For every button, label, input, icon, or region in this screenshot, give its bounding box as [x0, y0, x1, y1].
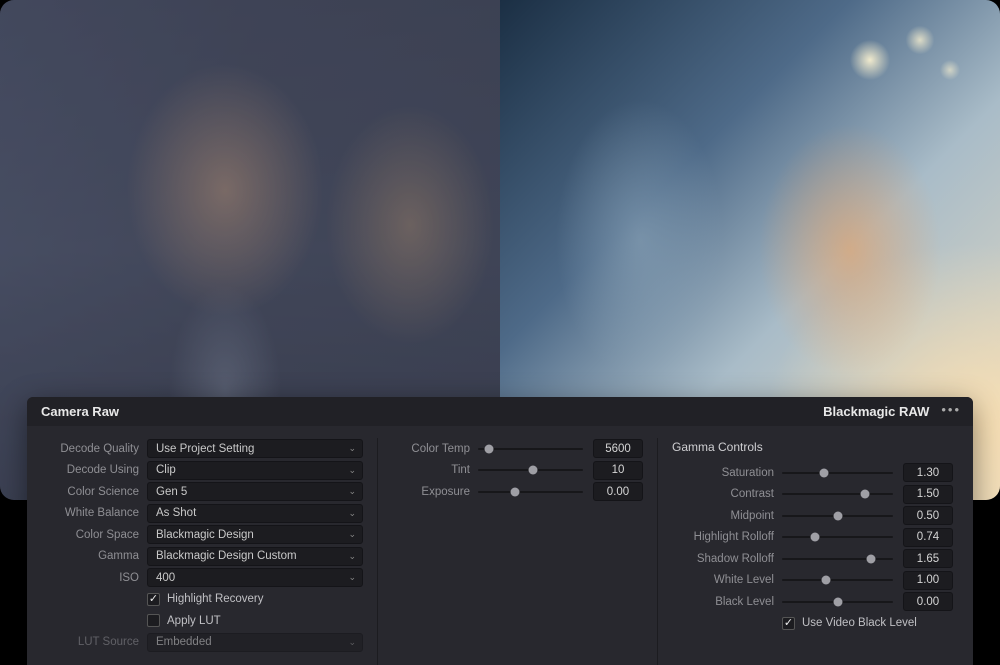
panel-body: Decode Quality Use Project Setting ⌄ Dec… [27, 426, 973, 665]
shadow-rolloff-label: Shadow Rolloff [672, 553, 774, 565]
shadow-rolloff-slider[interactable] [782, 552, 893, 566]
camera-raw-panel: Camera Raw Blackmagic RAW ••• Decode Qua… [27, 397, 973, 665]
lut-source-label: LUT Source [47, 636, 139, 648]
lut-source-value: Embedded [156, 636, 212, 648]
exposure-value[interactable]: 0.00 [593, 482, 643, 501]
video-black-level-label: Use Video Black Level [802, 617, 917, 629]
panel-header: Camera Raw Blackmagic RAW ••• [27, 397, 973, 426]
color-science-select[interactable]: Gen 5 ⌄ [147, 482, 363, 501]
chevron-down-icon: ⌄ [348, 443, 356, 454]
decode-quality-label: Decode Quality [47, 443, 139, 455]
contrast-slider[interactable] [782, 487, 893, 501]
black-level-slider[interactable] [782, 595, 893, 609]
video-black-level-checkbox[interactable] [782, 617, 795, 630]
contrast-label: Contrast [672, 488, 774, 500]
tint-slider[interactable] [478, 463, 583, 477]
saturation-label: Saturation [672, 467, 774, 479]
black-level-label: Black Level [672, 596, 774, 608]
lut-source-select: Embedded ⌄ [147, 633, 363, 652]
color-temp-slider[interactable] [478, 442, 583, 456]
midpoint-value[interactable]: 0.50 [903, 506, 953, 525]
exposure-label: Exposure [392, 486, 470, 498]
iso-label: ISO [47, 572, 139, 584]
highlight-rolloff-value[interactable]: 0.74 [903, 528, 953, 547]
gamma-value: Blackmagic Design Custom [156, 550, 297, 562]
decode-using-select[interactable]: Clip ⌄ [147, 461, 363, 480]
color-science-label: Color Science [47, 486, 139, 498]
color-space-select[interactable]: Blackmagic Design ⌄ [147, 525, 363, 544]
chevron-down-icon: ⌄ [348, 508, 356, 519]
gamma-label: Gamma [47, 550, 139, 562]
decode-using-label: Decode Using [47, 464, 139, 476]
chevron-down-icon: ⌄ [348, 551, 356, 562]
tint-value[interactable]: 10 [593, 461, 643, 480]
iso-value: 400 [156, 572, 175, 584]
color-temp-value[interactable]: 5600 [593, 439, 643, 458]
gamma-controls-column: Gamma Controls Saturation 1.30 Contrast … [658, 438, 967, 665]
chevron-down-icon: ⌄ [348, 529, 356, 540]
decode-column: Decode Quality Use Project Setting ⌄ Dec… [33, 438, 378, 665]
iso-select[interactable]: 400 ⌄ [147, 568, 363, 587]
contrast-value[interactable]: 1.50 [903, 485, 953, 504]
highlight-rolloff-label: Highlight Rolloff [672, 531, 774, 543]
chevron-down-icon: ⌄ [348, 572, 356, 583]
panel-title: Camera Raw [41, 404, 119, 419]
midpoint-slider[interactable] [782, 509, 893, 523]
saturation-slider[interactable] [782, 466, 893, 480]
highlight-recovery-checkbox[interactable] [147, 593, 160, 606]
gamma-controls-title: Gamma Controls [672, 438, 953, 462]
panel-menu-icon[interactable]: ••• [941, 403, 961, 416]
midpoint-label: Midpoint [672, 510, 774, 522]
chevron-down-icon: ⌄ [348, 465, 356, 476]
exposure-slider[interactable] [478, 485, 583, 499]
saturation-value[interactable]: 1.30 [903, 463, 953, 482]
chevron-down-icon: ⌄ [348, 486, 356, 497]
decode-quality-value: Use Project Setting [156, 443, 254, 455]
black-level-value[interactable]: 0.00 [903, 592, 953, 611]
white-balance-column: Color Temp 5600 Tint 10 Exposu [378, 438, 658, 665]
white-balance-value: As Shot [156, 507, 196, 519]
white-level-slider[interactable] [782, 573, 893, 587]
tint-label: Tint [392, 464, 470, 476]
panel-subtitle: Blackmagic RAW [823, 404, 929, 419]
white-level-label: White Level [672, 574, 774, 586]
shadow-rolloff-value[interactable]: 1.65 [903, 549, 953, 568]
white-level-value[interactable]: 1.00 [903, 571, 953, 590]
highlight-recovery-label: Highlight Recovery [167, 593, 264, 605]
white-balance-select[interactable]: As Shot ⌄ [147, 504, 363, 523]
color-science-value: Gen 5 [156, 486, 187, 498]
gamma-select[interactable]: Blackmagic Design Custom ⌄ [147, 547, 363, 566]
color-space-value: Blackmagic Design [156, 529, 254, 541]
decode-using-value: Clip [156, 464, 176, 476]
white-balance-label: White Balance [47, 507, 139, 519]
color-temp-label: Color Temp [392, 443, 470, 455]
color-space-label: Color Space [47, 529, 139, 541]
apply-lut-label: Apply LUT [167, 615, 221, 627]
decode-quality-select[interactable]: Use Project Setting ⌄ [147, 439, 363, 458]
chevron-down-icon: ⌄ [348, 637, 356, 648]
apply-lut-checkbox[interactable] [147, 614, 160, 627]
highlight-rolloff-slider[interactable] [782, 530, 893, 544]
